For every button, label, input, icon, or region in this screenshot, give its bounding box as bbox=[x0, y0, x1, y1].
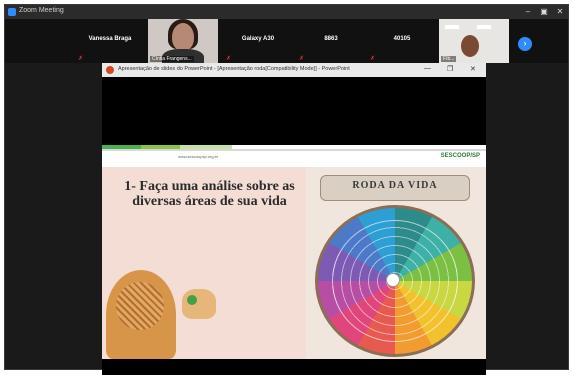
muted-mic-icon: ✗ bbox=[299, 56, 305, 62]
powerpoint-window-title: Apresentação de slides do PowerPoint - [… bbox=[118, 66, 350, 72]
ceiling-light bbox=[477, 25, 491, 29]
pp-minimize-button[interactable]: — bbox=[424, 65, 431, 72]
participant-tile-video[interactable]: Cíntia Frangens... bbox=[148, 19, 218, 63]
participant-tile[interactable]: Vanessa Braga ✗ bbox=[75, 19, 145, 63]
close-button[interactable]: ✕ bbox=[552, 5, 568, 19]
participant-tile-video[interactable]: Fíb... bbox=[439, 19, 509, 63]
participant-name: Galaxy A30 bbox=[241, 36, 275, 42]
powerpoint-icon bbox=[106, 66, 114, 74]
thinking-head-illustration bbox=[106, 270, 176, 359]
pp-restore-button[interactable]: ❐ bbox=[447, 65, 453, 73]
sescoop-logo: SESCOOP/SP bbox=[440, 153, 480, 159]
pp-close-button[interactable]: ✕ bbox=[470, 65, 476, 73]
muted-mic-icon: ✗ bbox=[78, 56, 84, 62]
participant-face bbox=[172, 23, 194, 51]
pill-illustration bbox=[187, 295, 197, 305]
participant-name: Vanessa Braga bbox=[88, 36, 132, 42]
slide-divider bbox=[102, 149, 486, 151]
presentation-slide: www.sescoopsp.org.br SESCOOP/SP 1- Faça … bbox=[102, 145, 486, 359]
muted-mic-icon: ✗ bbox=[370, 56, 376, 62]
zoom-window: Zoom Meeting – ▣ ✕ Vanessa Braga ✗ Cínti… bbox=[4, 4, 569, 375]
participant-strip: Vanessa Braga ✗ Cíntia Frangens... Galax… bbox=[5, 19, 568, 63]
participant-head bbox=[461, 35, 479, 57]
wheel-hub bbox=[386, 273, 400, 287]
participant-name: 40105 bbox=[393, 36, 411, 42]
ceiling-light bbox=[445, 25, 459, 29]
window-titlebar: Zoom Meeting – ▣ ✕ bbox=[5, 5, 568, 19]
participant-name: Fíb... bbox=[441, 56, 457, 62]
wheel-title: RODA DA VIDA bbox=[352, 180, 438, 191]
window-title: Zoom Meeting bbox=[19, 7, 64, 14]
slide-heading: 1- Faça uma análise sobre as diversas ár… bbox=[124, 179, 295, 209]
slide-url: www.sescoopsp.org.br bbox=[178, 154, 219, 159]
participant-name: Cíntia Frangens... bbox=[150, 56, 194, 62]
powerpoint-titlebar: Apresentação de slides do PowerPoint - [… bbox=[102, 63, 486, 77]
zoom-app-icon bbox=[8, 8, 16, 16]
brain-pattern bbox=[116, 282, 164, 330]
muted-mic-icon: ✗ bbox=[226, 56, 232, 62]
participant-name: 8863 bbox=[324, 36, 338, 42]
hand-illustration bbox=[182, 289, 216, 319]
participant-tile[interactable]: Galaxy A30 ✗ bbox=[223, 19, 293, 63]
maximize-button[interactable]: ▣ bbox=[536, 5, 552, 19]
screen-share-area: Apresentação de slides do PowerPoint - [… bbox=[102, 63, 486, 375]
chevron-right-icon[interactable]: › bbox=[518, 37, 532, 51]
participant-tile[interactable]: 40105 ✗ bbox=[367, 19, 437, 63]
participant-tile[interactable]: 8863 ✗ bbox=[296, 19, 366, 63]
share-bottom-bar bbox=[102, 359, 486, 375]
minimize-button[interactable]: – bbox=[520, 5, 536, 19]
